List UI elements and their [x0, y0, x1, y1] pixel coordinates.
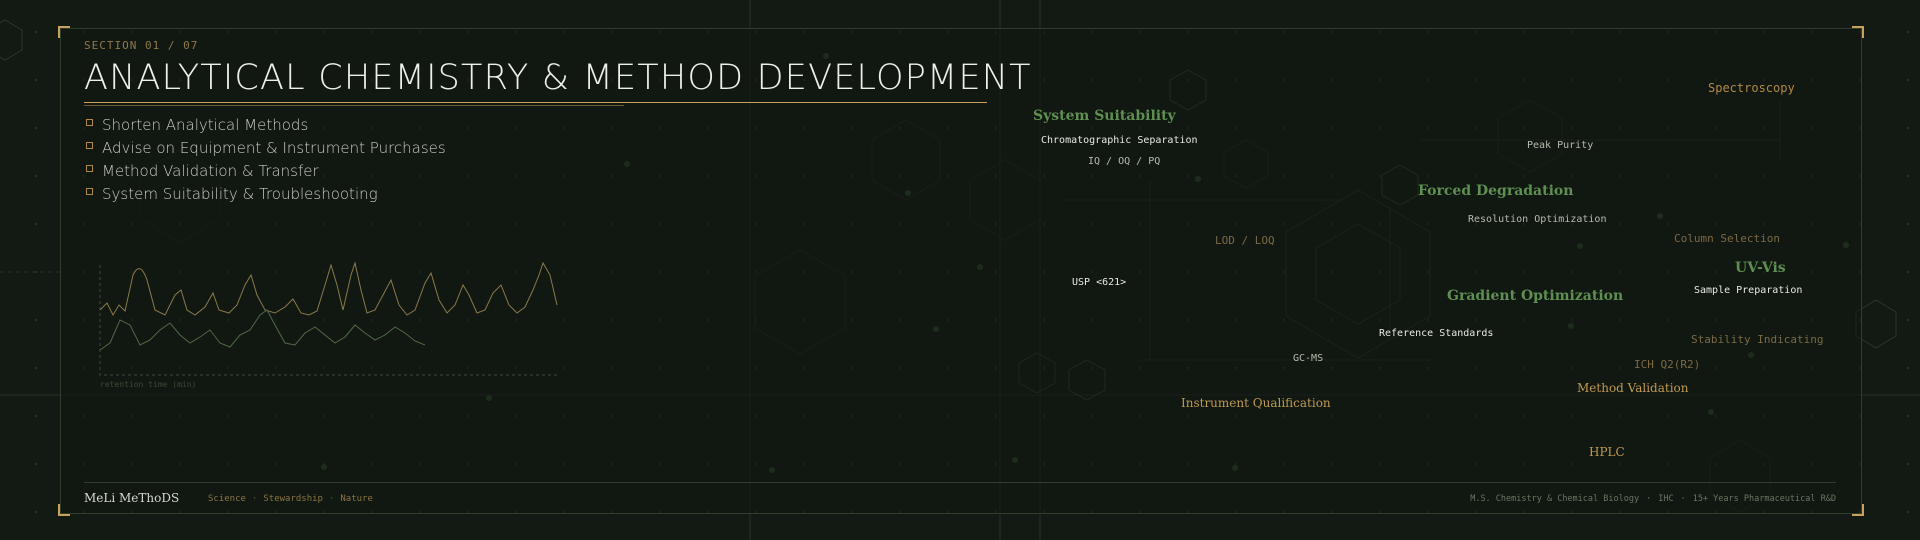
term-column-selection: Column Selection: [1674, 232, 1780, 245]
title-underline-secondary: [84, 105, 624, 106]
term-iq-oq-pq: IQ / OQ / PQ: [1088, 156, 1161, 167]
term-system-suitability: System Suitability: [1033, 108, 1176, 124]
term-chromatographic-separation: Chromatographic Separation: [1041, 135, 1198, 146]
chromatogram-trace-primary: [99, 261, 558, 317]
bullet-square-icon: [86, 142, 93, 149]
term-ich-q2r2: ICH Q2(R2): [1634, 358, 1701, 371]
title-underline: [84, 102, 987, 103]
footer-divider: [84, 482, 1836, 483]
frame-corner-top-left: [58, 26, 70, 38]
term-spectroscopy: Spectroscopy: [1708, 81, 1795, 95]
term-usp-621: USP <621>: [1072, 277, 1127, 288]
list-item: Method Validation & Transfer: [86, 162, 446, 185]
chromatogram-axis-label: retention time (min): [100, 380, 196, 389]
term-gc-ms: GC-MS: [1293, 353, 1324, 364]
section-label: SECTION 01 / 07: [84, 39, 199, 52]
bullet-square-icon: [86, 119, 93, 126]
chromatogram-graphic: retention time (min): [99, 261, 560, 389]
term-lod-loq: LOD / LOQ: [1215, 234, 1275, 247]
term-method-validation: Method Validation: [1577, 381, 1689, 395]
page-title: ANALYTICAL CHEMISTRY & METHOD DEVELOPMEN…: [84, 58, 1032, 98]
term-stability-indicating: Stability Indicating: [1691, 333, 1824, 346]
chromatogram-axes: [99, 265, 560, 376]
term-instrument-qualification: Instrument Qualification: [1181, 396, 1331, 410]
frame-corner-bottom-left: [58, 504, 70, 516]
footer-credentials: M.S. Chemistry & Chemical Biology · IHC · 15…: [1470, 494, 1836, 504]
term-uv-vis: UV-Vis: [1735, 260, 1786, 276]
service-list: Shorten Analytical Methods Advise on Equ…: [86, 116, 446, 208]
footer-tagline: Science · Stewardship · Nature: [208, 494, 373, 504]
chromatogram-trace-secondary: [99, 309, 426, 351]
term-sample-preparation: Sample Preparation: [1694, 285, 1803, 296]
brand-logo: MeLi MeThoDS: [84, 491, 180, 505]
term-gradient-optimization: Gradient Optimization: [1447, 288, 1624, 304]
term-resolution-optimization: Resolution Optimization: [1468, 214, 1607, 225]
term-peak-purity: Peak Purity: [1527, 140, 1594, 151]
term-hplc: HPLC: [1589, 445, 1625, 459]
bullet-square-icon: [86, 165, 93, 172]
list-item: Advise on Equipment & Instrument Purchas…: [86, 139, 446, 162]
frame-corner-top-right: [1852, 26, 1864, 38]
term-reference-standards: Reference Standards: [1379, 328, 1494, 339]
list-item: Shorten Analytical Methods: [86, 116, 446, 139]
list-item: System Suitability & Troubleshooting: [86, 185, 446, 208]
bullet-square-icon: [86, 188, 93, 195]
frame-corner-bottom-right: [1852, 504, 1864, 516]
term-forced-degradation: Forced Degradation: [1418, 183, 1574, 199]
